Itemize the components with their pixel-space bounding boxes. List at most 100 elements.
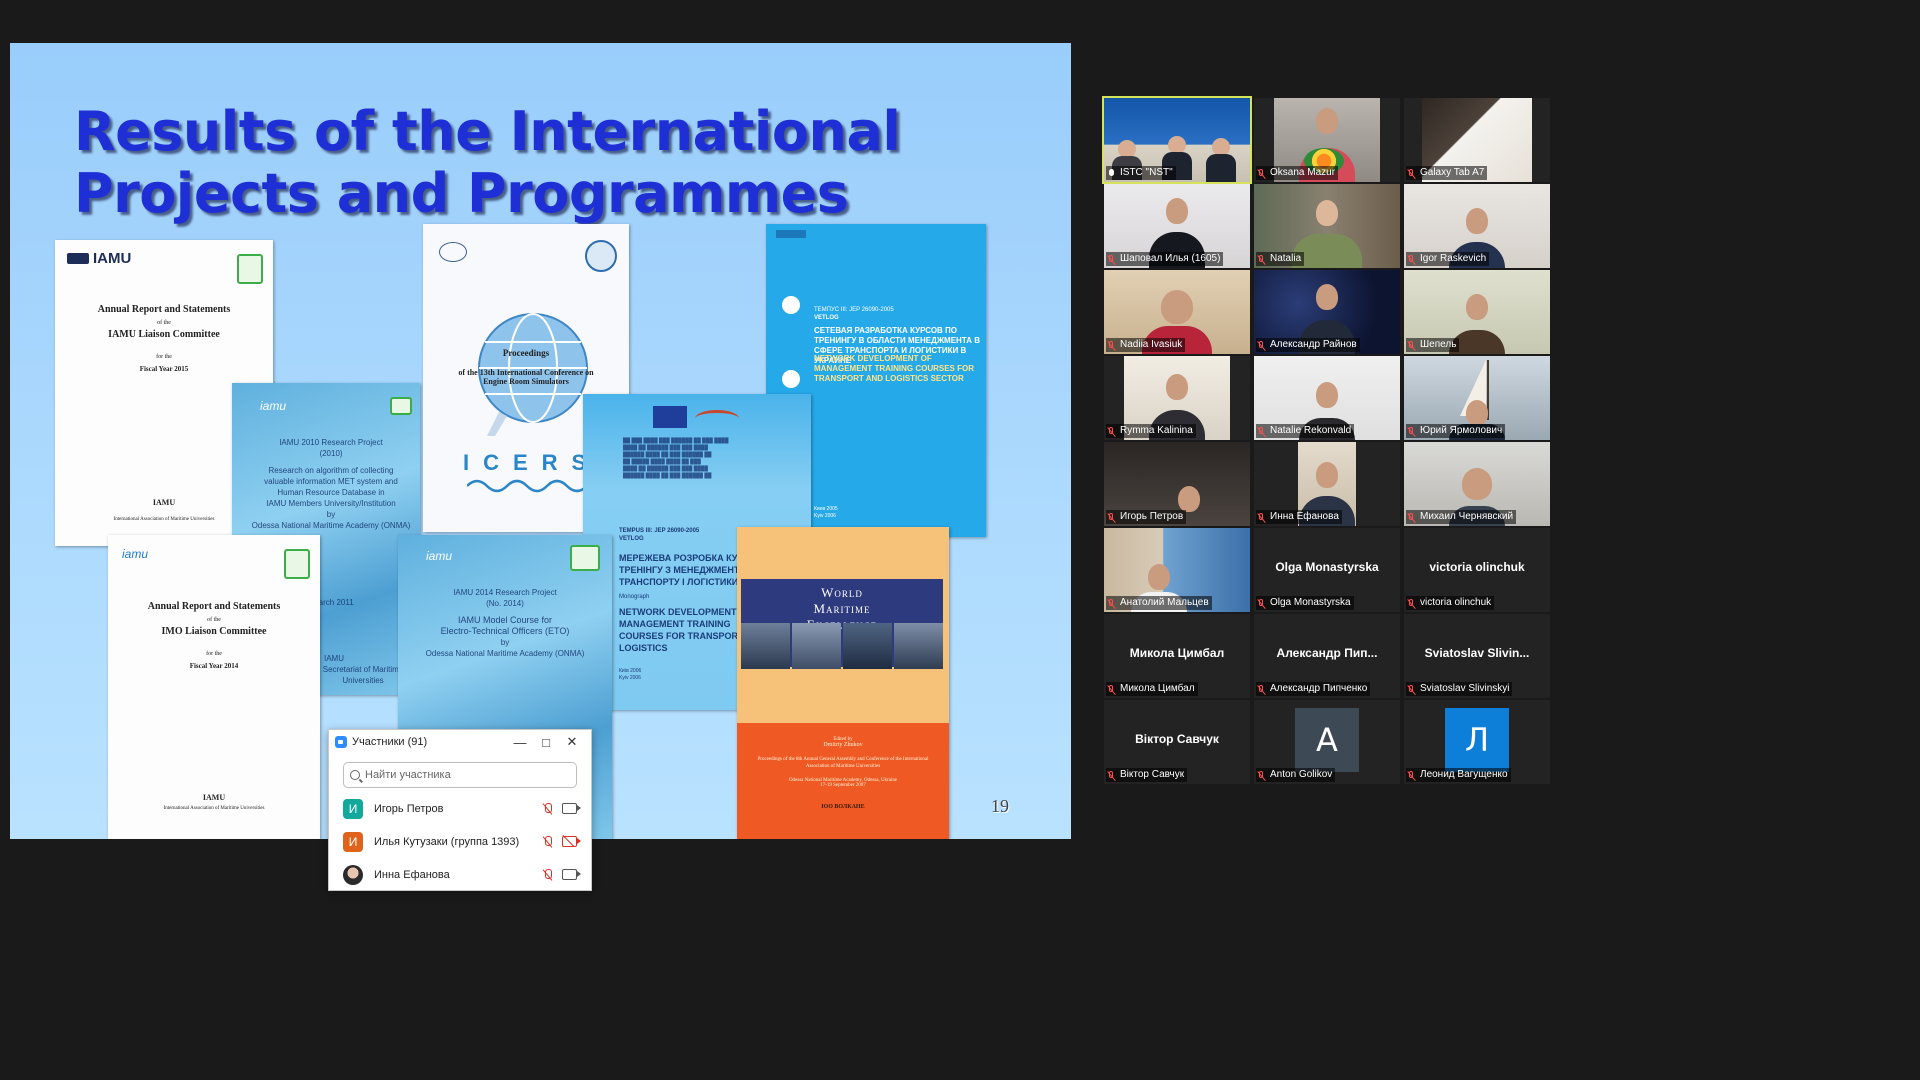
participant-label: Rymma Kalinina [1106, 424, 1196, 438]
video-tile[interactable]: Natalie Rekonvald [1254, 356, 1400, 440]
mic-muted-icon [1258, 770, 1265, 780]
book-date: 17-19 September 2007 [820, 783, 866, 788]
doc-footer: IAMU [324, 654, 344, 663]
participants-panel-title: Участники (91) [352, 736, 428, 748]
ships-strip [741, 623, 943, 669]
participant-name: Леонид Вагущенко [1420, 769, 1508, 780]
search-placeholder: Найти участника [365, 769, 451, 781]
video-tile[interactable]: Igor Raskevich [1404, 184, 1550, 268]
participant-name: Шепель [1420, 339, 1457, 350]
mic-muted-icon [1258, 684, 1265, 694]
video-tile[interactable]: Olga Monastyrska Olga Monastyrska [1254, 528, 1400, 612]
camera-off-icon[interactable] [562, 836, 581, 847]
camera-icon[interactable] [562, 869, 581, 880]
book-editor: Dmitriy Zhukov [823, 742, 863, 748]
participant-display-name: Olga Monastyrska [1275, 560, 1379, 574]
doc-line: IAMU 2010 Research Project [279, 438, 383, 447]
video-tile[interactable]: Шепель [1404, 270, 1550, 354]
maximize-button[interactable]: □ [533, 735, 559, 750]
participant-display-name: victoria olinchuk [1429, 560, 1525, 574]
participant-label: Александр Пипченко [1256, 682, 1371, 696]
video-tile[interactable]: Инна Ефанова [1254, 442, 1400, 526]
video-tile[interactable]: Rymma Kalinina [1104, 356, 1250, 440]
book-proceedings: Proceedings of the 8th Annual General As… [757, 757, 929, 769]
participant-row[interactable]: И Игорь Петров [329, 792, 591, 825]
mic-muted-icon [1408, 168, 1415, 178]
participants-panel[interactable]: Участники (91) — □ ✕ Найти участника И И… [328, 729, 592, 891]
participant-row[interactable]: Инна Ефанова [329, 858, 591, 891]
participant-label: Nadiia Ivasiuk [1106, 338, 1186, 352]
mic-muted-icon [1258, 340, 1265, 350]
video-tile[interactable]: Александр Пип... Александр Пипченко [1254, 614, 1400, 698]
doc-footer-logo: IAMU [202, 793, 226, 802]
doc-of-line: of the 13th International Conference on [458, 368, 594, 377]
emblem-icon [776, 230, 806, 238]
video-tile[interactable]: Михаил Чернявский [1404, 442, 1550, 526]
participant-name: Микола Цимбал [1120, 683, 1195, 694]
participant-name: Rymma Kalinina [1120, 425, 1193, 436]
video-tile[interactable]: Natalia [1254, 184, 1400, 268]
minimize-button[interactable]: — [507, 735, 533, 750]
video-tile[interactable]: Александр Райнов [1254, 270, 1400, 354]
video-tile[interactable]: Galaxy Tab A7 [1404, 98, 1550, 182]
video-tile[interactable]: Oksana Mazur [1254, 98, 1400, 182]
participant-label: Инна Ефанова [1256, 510, 1342, 524]
video-tile[interactable]: Микола Цимбал Микола Цимбал [1104, 614, 1250, 698]
participant-row[interactable]: И Илья Кутузаки (группа 1393) [329, 825, 591, 858]
video-tile[interactable]: Віктор Савчук Віктор Савчук [1104, 700, 1250, 784]
mic-off-icon[interactable] [542, 802, 554, 815]
doc-title: Annual Report and Statements [97, 304, 231, 315]
doc-line: IAMU Members University/Institution [266, 499, 396, 508]
zoom-icon [335, 736, 347, 748]
doc-line: Odessa National Maritime Academy (ONMA) [425, 649, 585, 658]
video-tile[interactable]: Шаповал Илья (1605) [1104, 184, 1250, 268]
participant-label: Anton Golikov [1256, 768, 1336, 782]
participant-label: Oksana Mazur [1256, 166, 1339, 180]
participant-display-name: Микола Цимбал [1129, 646, 1225, 660]
participant-label: Александр Райнов [1256, 338, 1360, 352]
close-button[interactable]: ✕ [559, 734, 585, 750]
video-tile[interactable]: A Anton Golikov [1254, 700, 1400, 784]
doc-line: Research on algorithm of collecting [268, 466, 394, 475]
participant-name: Igor Raskevich [1420, 253, 1487, 264]
book-title-line: Maritime [813, 601, 871, 616]
book-title-line: World [821, 585, 863, 600]
camera-icon[interactable] [562, 803, 581, 814]
doc-line: (No. 2014) [486, 599, 524, 608]
video-tile[interactable]: ISTC "NST" [1102, 96, 1252, 184]
doc-committee: IMO Liaison Committee [161, 626, 267, 637]
participant-label: Igor Raskevich [1406, 252, 1490, 266]
shared-slide: Results of the International Projects an… [10, 43, 1071, 839]
video-tile[interactable]: Л Леонид Вагущенко [1404, 700, 1550, 784]
doc-subtitle: Engine Room Simulators [483, 377, 569, 386]
participant-search-input[interactable]: Найти участника [343, 762, 577, 788]
video-tile[interactable]: Анатолий Мальцев [1104, 528, 1250, 612]
video-tile[interactable]: victoria olinchuk victoria olinchuk [1404, 528, 1550, 612]
mic-off-icon[interactable] [542, 868, 554, 881]
doc-place: Киев 2005 [814, 506, 838, 512]
video-tile[interactable]: Юрий Ярмолович [1404, 356, 1550, 440]
participant-name: Юрий Ярмолович [1420, 425, 1503, 436]
participant-label: Шаповал Илья (1605) [1106, 252, 1224, 266]
video-tile[interactable]: Игорь Петров [1104, 442, 1250, 526]
doc-line: Electro-Technical Officers (ETO) [440, 626, 570, 636]
doc-title: Annual Report and Statements [147, 601, 281, 612]
mic-muted-icon [1258, 512, 1265, 522]
participant-name: Anton Golikov [1270, 769, 1333, 780]
iamu-logo: iamu [260, 399, 287, 413]
doc-line: IAMU Model Course for [457, 615, 553, 625]
participant-name: Sviatoslav Slivinskyi [1420, 683, 1510, 694]
doc-title-en: NETWORK DEVELOPMENT OF MANAGEMENT TRAINI… [814, 354, 974, 383]
video-tile[interactable]: Nadiia Ivasiuk [1104, 270, 1250, 354]
doc-line: by [500, 638, 510, 647]
badge-icon [284, 549, 310, 579]
doc-line: valuable information MET system and [264, 477, 398, 486]
mic-muted-icon [1408, 598, 1415, 608]
mic-muted-icon [1108, 254, 1115, 264]
mic-off-icon[interactable] [542, 835, 554, 848]
participant-label: Леонид Вагущенко [1406, 768, 1511, 782]
participant-name: Игорь Петров [374, 802, 444, 815]
iamu-logo: IAMU [67, 250, 131, 267]
video-tile[interactable]: Sviatoslav Slivin... Sviatoslav Slivinsk… [1404, 614, 1550, 698]
participants-panel-header[interactable]: Участники (91) — □ ✕ [329, 730, 591, 754]
